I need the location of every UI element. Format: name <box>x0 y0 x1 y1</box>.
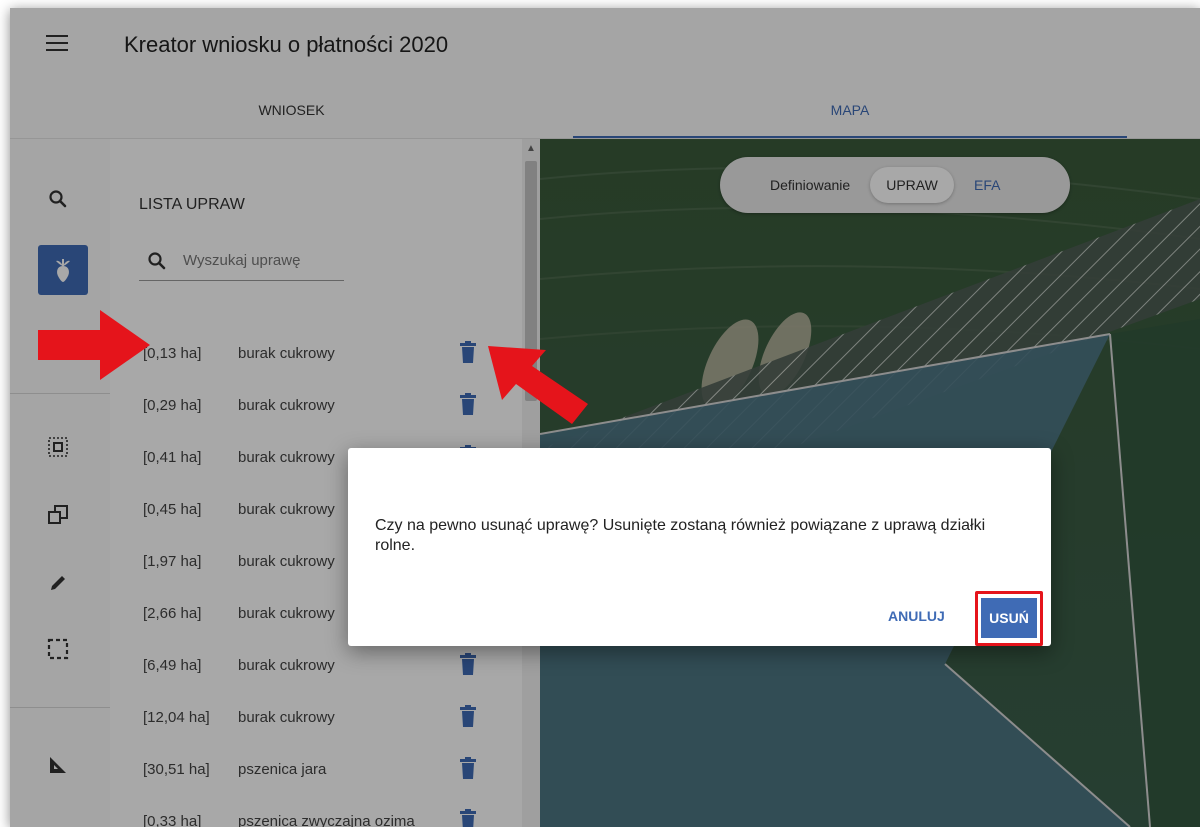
dialog-message: Czy na pewno usunąć uprawę? Usunięte zos… <box>375 517 986 554</box>
annotation-highlight-box <box>975 591 1043 646</box>
modal-backdrop[interactable] <box>10 8 1200 827</box>
red-arrow-up-left-icon <box>488 346 588 424</box>
red-arrow-right-icon <box>38 310 150 380</box>
app-window: Kreator wniosku o płatności 2020 WNIOSEK… <box>10 8 1200 827</box>
cancel-button[interactable]: ANULUJ <box>888 608 945 624</box>
delete-confirm-dialog: Czy na pewno usunąć uprawę? Usunięte zos… <box>348 448 1051 646</box>
